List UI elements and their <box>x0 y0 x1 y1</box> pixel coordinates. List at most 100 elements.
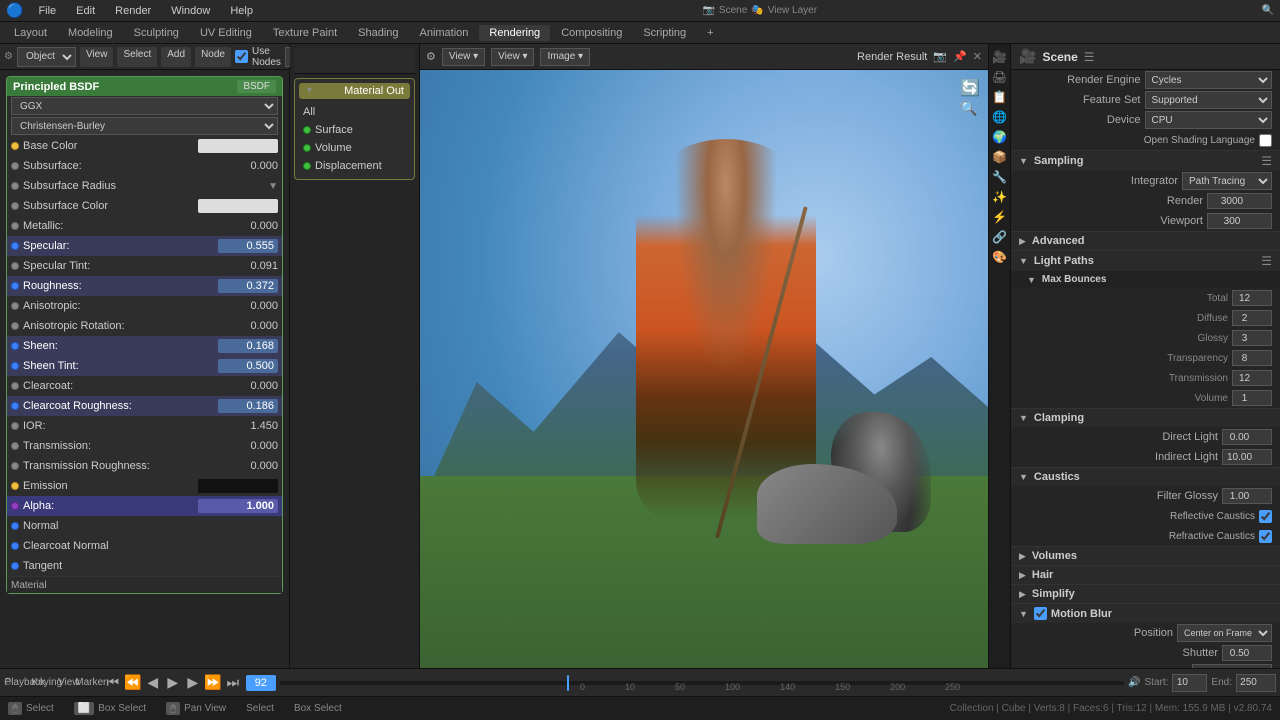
reflective-caustics-checkbox[interactable] <box>1259 510 1272 523</box>
tab-sculpting[interactable]: Sculpting <box>124 25 189 41</box>
gizmo-icon[interactable]: 🔄 <box>960 78 980 98</box>
filter-glossy-input[interactable] <box>1222 488 1272 504</box>
view-layer-icon[interactable]: 📋 <box>991 88 1009 106</box>
menu-help[interactable]: Help <box>225 4 258 18</box>
transparency-bounces-input[interactable] <box>1232 350 1272 366</box>
material-tab-label[interactable]: Material <box>11 580 47 591</box>
current-frame-display[interactable]: 92 <box>246 675 276 691</box>
render-properties-icon[interactable]: 🎥 <box>991 48 1009 66</box>
tab-compositing[interactable]: Compositing <box>551 25 632 41</box>
subsurface-color-row[interactable]: Subsurface Color <box>7 196 282 216</box>
subsurface-method-select[interactable]: Christensen-Burley <box>11 117 278 135</box>
tab-rendering[interactable]: Rendering <box>479 25 550 41</box>
shutter-input[interactable] <box>1222 645 1272 661</box>
clearcoat-roughness-row[interactable]: Clearcoat Roughness: 0.186 <box>7 396 282 416</box>
end-frame-input[interactable] <box>1236 674 1276 692</box>
tab-layout[interactable]: Layout <box>4 25 57 41</box>
use-nodes-checkbox[interactable] <box>235 50 248 63</box>
view-btn[interactable]: ⚙ <box>426 50 436 63</box>
expand-icon[interactable]: ☰ <box>1084 50 1095 64</box>
jump-start-btn[interactable]: ⏮ <box>104 673 122 693</box>
specular-row[interactable]: Specular: 0.555 <box>7 236 282 256</box>
transmission-bounces-input[interactable] <box>1232 370 1272 386</box>
motion-blur-checkbox[interactable] <box>1034 607 1047 620</box>
integrator-select[interactable]: Path Tracing <box>1182 172 1272 190</box>
blender-logo[interactable]: 🔵 <box>6 2 23 19</box>
sheen-tint-row[interactable]: Sheen Tint: 0.500 <box>7 356 282 376</box>
object-properties-icon[interactable]: 📦 <box>991 148 1009 166</box>
view-btn[interactable]: View <box>80 47 114 67</box>
max-bounces-header[interactable]: ▼ Max Bounces <box>1011 271 1280 288</box>
specular-tint-row[interactable]: Specular Tint: 0.091 <box>7 256 282 276</box>
add-btn[interactable]: Add <box>161 47 191 67</box>
glossy-bounces-input[interactable] <box>1232 330 1272 346</box>
transmission-roughness-row[interactable]: Transmission Roughness: 0.000 <box>7 456 282 476</box>
output-properties-icon[interactable]: 🖨 <box>991 68 1009 86</box>
play-btn[interactable]: ▶ <box>164 673 182 693</box>
next-keyframe-btn[interactable]: ⏩ <box>204 673 222 693</box>
output-volume[interactable]: Volume <box>299 139 410 157</box>
menu-render[interactable]: Render <box>110 4 156 18</box>
viewport-render-btn[interactable]: View ▾ <box>491 48 534 66</box>
next-frame-btn[interactable]: ▶ <box>184 673 202 693</box>
zoom-icon[interactable]: 🔍 <box>960 100 980 117</box>
anisotropic-row[interactable]: Anisotropic: 0.000 <box>7 296 282 316</box>
render-engine-select[interactable]: Cycles <box>1145 71 1273 89</box>
node-canvas[interactable]: Principled BSDF BSDF GGX Christensen-Bur… <box>0 70 289 668</box>
device-select[interactable]: CPU <box>1145 111 1273 129</box>
anisotropic-rotation-row[interactable]: Anisotropic Rotation: 0.000 <box>7 316 282 336</box>
material-icon[interactable]: 🎨 <box>991 248 1009 266</box>
viewport-samples-input[interactable] <box>1207 213 1272 229</box>
base-color-swatch[interactable] <box>198 139 278 153</box>
output-displacement[interactable]: Displacement <box>299 157 410 175</box>
sampling-menu-icon[interactable]: ☰ <box>1261 154 1272 168</box>
volumes-header[interactable]: ▶ Volumes <box>1011 547 1280 565</box>
keying-btn[interactable]: Keying <box>38 673 56 693</box>
base-color-row[interactable]: Base Color <box>7 136 282 156</box>
motion-blur-header[interactable]: ▼ Motion Blur <box>1011 604 1280 623</box>
viewport-image-btn[interactable]: Image ▾ <box>540 48 590 66</box>
clearcoat-normal-row[interactable]: Clearcoat Normal <box>7 536 282 556</box>
simplify-header[interactable]: ▶ Simplify <box>1011 585 1280 603</box>
subsurface-method-row[interactable]: Christensen-Burley <box>7 116 282 136</box>
tab-texture-paint[interactable]: Texture Paint <box>263 25 347 41</box>
clamping-header[interactable]: ▼ Clamping <box>1011 409 1280 427</box>
prev-frame-btn[interactable]: ◀ <box>144 673 162 693</box>
output-all[interactable]: All <box>299 103 410 121</box>
roughness-row[interactable]: Roughness: 0.372 <box>7 276 282 296</box>
tab-shading[interactable]: Shading <box>348 25 408 41</box>
feature-set-select[interactable]: Supported <box>1145 91 1273 109</box>
metallic-row[interactable]: Metallic: 0.000 <box>7 216 282 236</box>
render-samples-input[interactable] <box>1207 193 1272 209</box>
indirect-light-input[interactable] <box>1222 449 1272 465</box>
sampling-header[interactable]: ▼ Sampling ☰ <box>1011 151 1280 171</box>
mode-select[interactable]: Object <box>17 47 76 67</box>
volume-bounces-input[interactable] <box>1232 390 1272 406</box>
caustics-header[interactable]: ▼ Caustics <box>1011 468 1280 486</box>
emission-row[interactable]: Emission <box>7 476 282 496</box>
rolling-shutter-select[interactable]: None <box>1192 664 1272 668</box>
hair-header[interactable]: ▶ Hair <box>1011 566 1280 584</box>
prev-keyframe-btn[interactable]: ⏪ <box>124 673 142 693</box>
menu-file[interactable]: File <box>33 4 61 18</box>
modifier-icon[interactable]: 🔧 <box>991 168 1009 186</box>
osl-checkbox[interactable] <box>1259 134 1272 147</box>
node-btn[interactable]: Node <box>195 47 231 67</box>
ior-row[interactable]: IOR: 1.450 <box>7 416 282 436</box>
menu-edit[interactable]: Edit <box>71 4 100 18</box>
marker-btn[interactable]: Marker <box>82 673 100 693</box>
viewport-view-btn[interactable]: View ▾ <box>442 48 485 66</box>
advanced-header[interactable]: ▶ Advanced <box>1011 232 1280 250</box>
subsurface-color-swatch[interactable] <box>198 199 278 213</box>
light-paths-menu-icon[interactable]: ☰ <box>1261 254 1272 268</box>
transmission-row[interactable]: Transmission: 0.000 <box>7 436 282 456</box>
distribution-select[interactable]: GGX <box>11 97 278 115</box>
distribution-row[interactable]: GGX <box>7 96 282 116</box>
tab-add[interactable]: + <box>697 25 723 41</box>
position-select[interactable]: Center on Frame <box>1177 624 1272 642</box>
emission-swatch[interactable] <box>198 479 278 493</box>
physics-icon[interactable]: ⚡ <box>991 208 1009 226</box>
jump-end-btn[interactable]: ⏭ <box>224 673 242 693</box>
tab-uv-editing[interactable]: UV Editing <box>190 25 262 41</box>
total-bounces-input[interactable] <box>1232 290 1272 306</box>
